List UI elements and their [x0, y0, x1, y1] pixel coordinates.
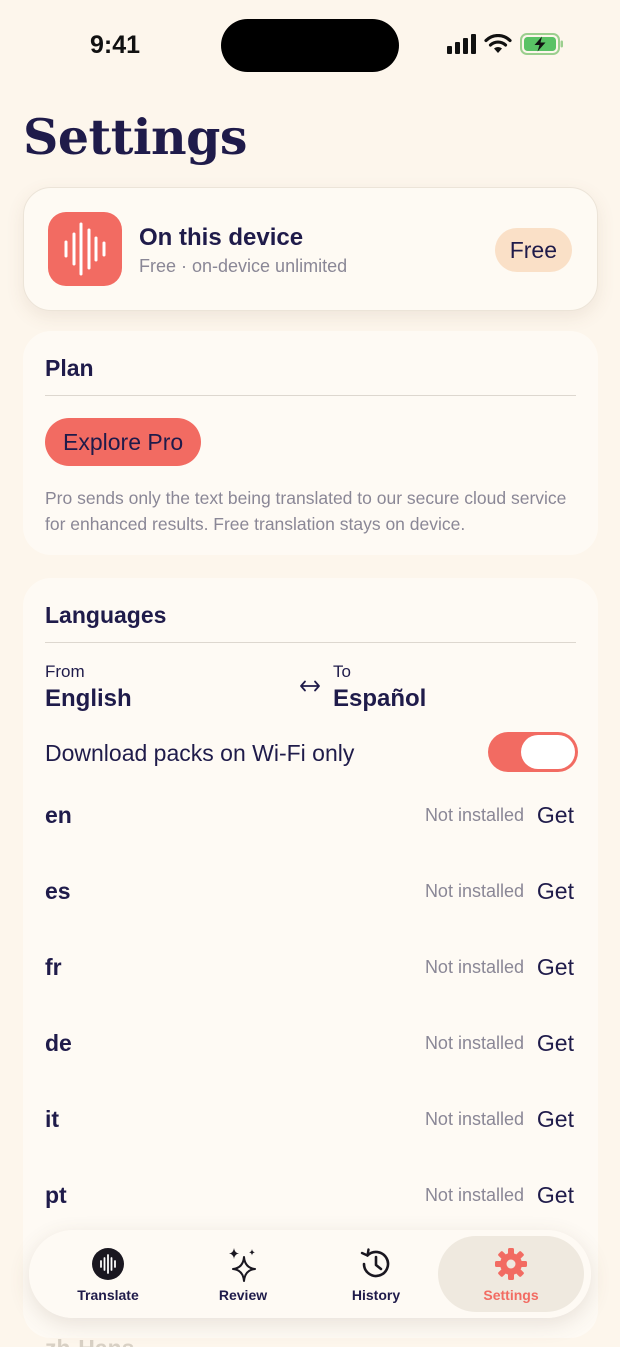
pack-status: Not installed	[424, 881, 524, 901]
pack-status: Not installed	[424, 1185, 524, 1205]
language-pack-row: pt Not installed Get	[23, 1168, 598, 1228]
tab-review[interactable]: Review	[178, 1230, 308, 1318]
get-pack-button[interactable]: Get	[537, 802, 574, 829]
language-pack-row: de Not installed Get	[23, 1016, 598, 1076]
tab-settings[interactable]: Settings	[438, 1236, 584, 1312]
tab-history[interactable]: History	[311, 1230, 441, 1318]
page-title: Settings	[23, 108, 247, 166]
get-pack-button[interactable]: Get	[537, 954, 574, 981]
get-pack-button[interactable]: Get	[537, 1106, 574, 1133]
pack-code: es	[45, 878, 71, 904]
device-subtitle: Free · on-device unlimited	[139, 256, 348, 276]
device-status-card[interactable]: On this device Free · on-device unlimite…	[23, 187, 598, 311]
waveform-icon	[90, 1246, 126, 1282]
clock-history-icon	[358, 1246, 394, 1282]
tab-label: Translate	[77, 1287, 139, 1303]
dynamic-island	[221, 19, 399, 72]
battery-charging-icon	[520, 33, 563, 55]
language-pack-row: es Not installed Get	[23, 864, 598, 924]
divider	[45, 642, 576, 643]
pack-status: Not installed	[424, 1033, 524, 1053]
pack-code: en	[45, 802, 72, 828]
explore-pro-button[interactable]: Explore Pro	[45, 418, 202, 466]
waveform-icon	[64, 222, 106, 276]
device-title: On this device	[139, 224, 304, 251]
pack-status: Not installed	[424, 1109, 524, 1129]
tab-bar: Translate Review History Settings	[29, 1230, 591, 1318]
get-pack-button[interactable]: Get	[537, 1182, 574, 1209]
gear-icon	[493, 1246, 529, 1282]
plan-section-title: Plan	[45, 355, 94, 381]
pack-status: Not installed	[424, 805, 524, 825]
to-language-selector[interactable]: Español	[333, 685, 426, 713]
language-pack-row: fr Not installed Get	[23, 940, 598, 1000]
pack-code: pt	[45, 1182, 67, 1208]
divider	[45, 395, 576, 396]
status-bar: 9:41	[0, 0, 620, 90]
tab-translate[interactable]: Translate	[43, 1230, 173, 1318]
tab-label: Settings	[483, 1287, 539, 1303]
app-logo	[48, 212, 122, 286]
partial-language-row: zh-Hans	[45, 1335, 134, 1347]
tab-label: History	[351, 1287, 401, 1303]
language-pack-row: it Not installed Get	[23, 1092, 598, 1152]
from-label: From	[45, 662, 85, 681]
pack-code: de	[45, 1030, 72, 1056]
languages-section-title: Languages	[45, 602, 167, 628]
swap-languages-icon[interactable]	[299, 678, 321, 694]
pack-code: fr	[45, 954, 62, 980]
pack-status: Not installed	[424, 957, 524, 977]
get-pack-button[interactable]: Get	[537, 1030, 574, 1057]
tab-label: Review	[218, 1287, 268, 1303]
get-pack-button[interactable]: Get	[537, 878, 574, 905]
status-icons	[447, 33, 564, 55]
wifi-icon	[484, 34, 512, 53]
plan-badge: Free	[494, 228, 572, 272]
wifi-only-label: Download packs on Wi-Fi only	[45, 740, 355, 766]
to-label: To	[333, 662, 351, 681]
plan-section: Plan Explore Pro Pro sends only the text…	[23, 331, 598, 555]
sparkles-icon	[225, 1246, 261, 1282]
status-time: 9:41	[90, 31, 141, 59]
wifi-only-toggle[interactable]	[488, 732, 578, 772]
toggle-knob	[521, 735, 575, 769]
from-language-selector[interactable]: English	[45, 685, 132, 713]
languages-section: Languages From English To Español Downlo…	[23, 578, 598, 1338]
pack-code: it	[45, 1106, 60, 1132]
plan-note: Pro sends only the text being translated…	[45, 488, 567, 534]
language-pack-row: en Not installed Get	[23, 788, 598, 848]
cellular-signal-icon	[447, 34, 476, 54]
